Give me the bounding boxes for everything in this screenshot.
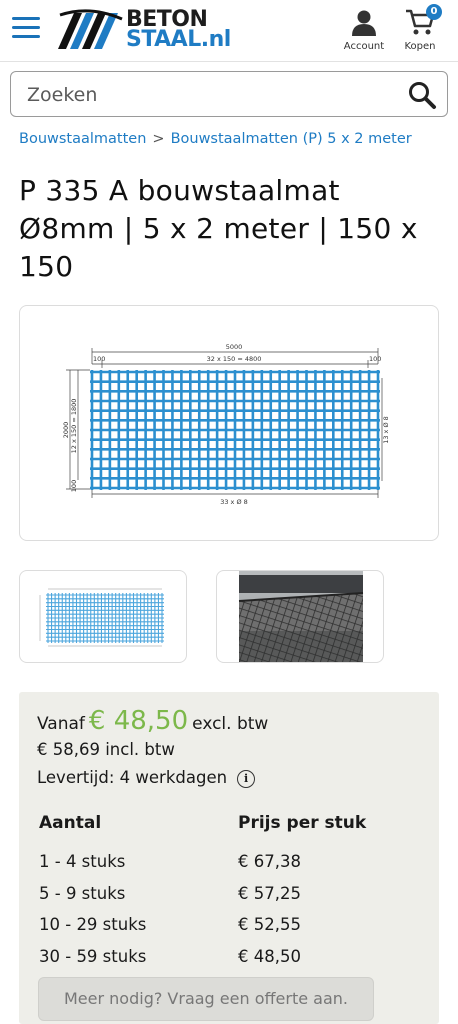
tier-price: € 67,38 — [238, 852, 301, 872]
breadcrumb-link-5x2[interactable]: Bouwstaalmatten (P) 5 x 2 meter — [171, 131, 412, 147]
dim-inner-height: 12 x 150 = 1800 — [70, 399, 78, 454]
search-input[interactable] — [27, 80, 397, 110]
mesh-drawing: 5000 100 32 x 150 = 4800 100 33 x Ø 8 20… — [62, 343, 390, 506]
breadcrumb-link-bouwstaalmatten[interactable]: Bouwstaalmatten — [19, 131, 146, 147]
menu-icon[interactable] — [12, 17, 40, 39]
tier-qty: 1 - 4 stuks — [39, 852, 126, 872]
logo-text-bottom: STAAL.nl — [126, 27, 231, 52]
dim-side-bars: 13 x Ø 8 — [382, 416, 390, 444]
tier-price: € 48,50 — [238, 946, 301, 966]
price-tier-table: Aantal Prijs per stuk 1 - 4 stuks € 67,3… — [39, 810, 419, 972]
breadcrumb-separator: > — [152, 131, 165, 147]
table-header-row: Aantal Prijs per stuk — [39, 810, 419, 846]
price-from: Vanaf € 48,50 excl. btw — [37, 706, 268, 736]
search-bar — [10, 71, 448, 117]
price-incl: € 58,69 incl. btw — [37, 740, 175, 759]
dim-bottom-bars: 33 x Ø 8 — [220, 498, 248, 506]
price-excl-value: € 48,50 — [88, 706, 189, 736]
table-row: 5 - 9 stuks € 57,25 — [39, 878, 419, 910]
col-header-qty: Aantal — [39, 813, 102, 833]
site-header: BETON STAAL.nl Account 0 Kopen — [0, 0, 458, 62]
breadcrumb: Bouwstaalmatten > Bouwstaalmatten (P) 5 x … — [19, 131, 412, 147]
dim-edge-right: 100 — [369, 355, 381, 363]
mesh-drawing-thumb — [39, 588, 164, 647]
account-label: Account — [343, 41, 385, 52]
dim-edge-bottom: 100 — [70, 480, 78, 492]
dim-edge-left: 100 — [93, 355, 105, 363]
vanaf-label: Vanaf — [37, 714, 85, 734]
table-row: 1 - 4 stuks € 67,38 — [39, 846, 419, 878]
table-row: 10 - 29 stuks € 52,55 — [39, 909, 419, 941]
product-title: P 335 A bouwstaalmat Ø8mm | 5 x 2 meter … — [19, 174, 418, 283]
tier-qty: 30 - 59 stuks — [39, 946, 147, 966]
col-header-price: Prijs per stuk — [238, 813, 367, 833]
delivery-time-text: Levertijd: 4 werkdagen — [37, 768, 228, 787]
excl-label: excl. btw — [192, 714, 269, 734]
info-icon[interactable]: i — [237, 770, 256, 788]
search-icon[interactable] — [407, 80, 437, 110]
price-panel: Vanaf € 48,50 excl. btw € 58,69 incl. btw … — [19, 692, 439, 1024]
thumbnail-drawing[interactable] — [19, 570, 187, 663]
cart-label: Kopen — [404, 41, 436, 52]
dim-total-height: 2000 — [62, 422, 70, 439]
tier-price: € 57,25 — [238, 883, 301, 903]
product-main-image[interactable]: 5000 100 32 x 150 = 4800 100 33 x Ø 8 20… — [19, 305, 439, 541]
dim-inner-width: 32 x 150 = 4800 — [207, 355, 262, 363]
delivery-time: Levertijd: 4 werkdagen i — [37, 768, 256, 788]
cart-button[interactable]: 0 Kopen — [392, 4, 448, 56]
site-logo[interactable]: BETON STAAL.nl — [56, 8, 231, 52]
tier-qty: 5 - 9 stuks — [39, 883, 126, 903]
user-icon — [352, 10, 376, 36]
cart-count-badge: 0 — [426, 4, 442, 20]
dim-total-width: 5000 — [226, 343, 243, 351]
request-quote-button[interactable]: Meer nodig? Vraag een offerte aan. — [38, 977, 374, 1021]
logo-mark-icon — [58, 9, 123, 49]
table-row: 30 - 59 stuks € 48,50 — [39, 941, 419, 973]
mesh-photo — [238, 571, 364, 662]
tier-price: € 52,55 — [238, 915, 301, 935]
thumbnail-photo[interactable] — [216, 570, 384, 663]
tier-qty: 10 - 29 stuks — [39, 915, 147, 935]
account-button[interactable]: Account — [336, 8, 392, 56]
